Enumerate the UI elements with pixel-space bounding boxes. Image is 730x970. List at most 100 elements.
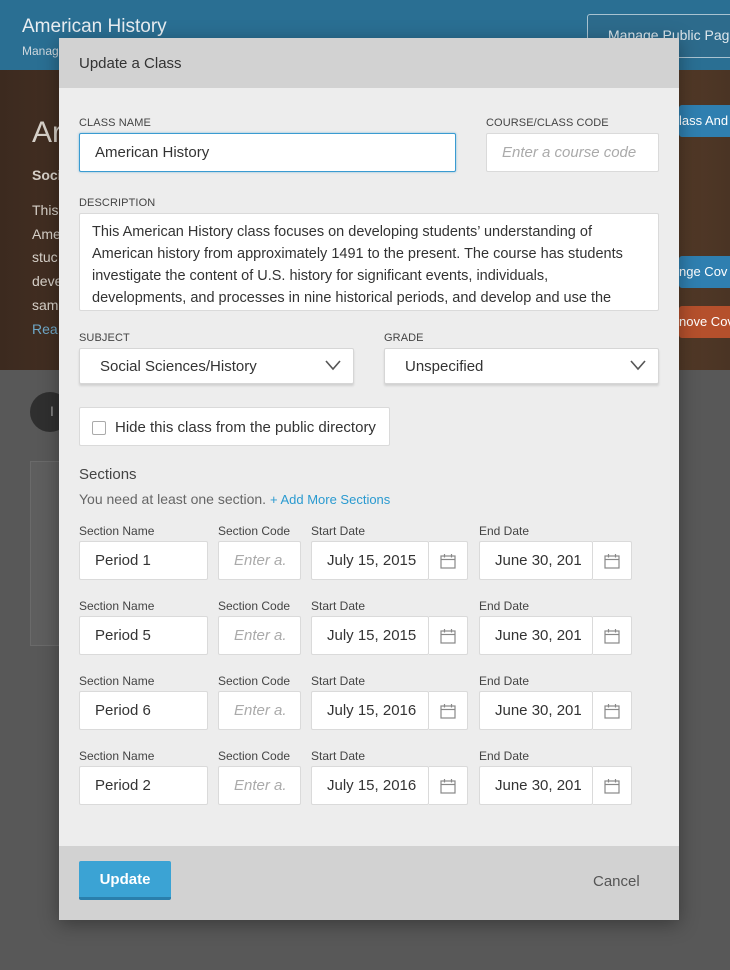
- course-code-placeholder: Enter a course code: [502, 144, 637, 161]
- sections-note: You need at least one section. + Add Mor…: [79, 491, 390, 507]
- section-code-label: Section Code: [218, 749, 291, 763]
- start-date-picker[interactable]: [429, 541, 468, 580]
- end-date-picker[interactable]: [593, 616, 632, 655]
- start-date-input[interactable]: July 15, 2016: [311, 766, 429, 805]
- sections-note-text: You need at least one section.: [79, 491, 267, 507]
- end-date-input[interactable]: June 30, 201: [479, 766, 593, 805]
- section-name-value: Period 6: [95, 702, 151, 719]
- modal-title: Update a Class: [79, 55, 182, 72]
- calendar-icon: [440, 704, 456, 719]
- end-date-picker[interactable]: [593, 691, 632, 730]
- section-name-value: Period 5: [95, 627, 151, 644]
- class-name-value: American History: [95, 144, 210, 161]
- section-name-value: Period 1: [95, 552, 151, 569]
- subject-value: Social Sciences/History: [100, 358, 257, 375]
- section-code-placeholder: Enter a.: [234, 627, 287, 644]
- end-date-picker[interactable]: [593, 541, 632, 580]
- app-subtitle: Manag: [22, 44, 59, 58]
- end-date-label: End Date: [479, 749, 530, 763]
- end-date-input[interactable]: June 30, 201: [479, 616, 593, 655]
- start-date-value: July 15, 2016: [327, 702, 417, 719]
- calendar-icon: [440, 779, 456, 794]
- section-code-placeholder: Enter a.: [234, 702, 287, 719]
- section-code-label: Section Code: [218, 524, 291, 538]
- subject-select[interactable]: Social Sciences/History: [79, 348, 354, 384]
- hero-line: Ame: [32, 226, 61, 242]
- grade-select[interactable]: Unspecified: [384, 348, 659, 384]
- course-code-input[interactable]: Enter a course code: [486, 133, 659, 172]
- description-textarea[interactable]: This American History class focuses on d…: [79, 213, 659, 311]
- start-date-input[interactable]: July 15, 2015: [311, 541, 429, 580]
- hide-class-checkbox[interactable]: [92, 421, 106, 435]
- end-date-value: June 30, 201: [495, 777, 582, 794]
- start-date-value: July 15, 2016: [327, 777, 417, 794]
- start-date-picker[interactable]: [429, 616, 468, 655]
- description-value: This American History class focuses on d…: [92, 224, 623, 306]
- section-name-label: Section Name: [79, 599, 155, 613]
- end-date-value: June 30, 201: [495, 702, 582, 719]
- remove-cover-button[interactable]: nove Cov: [679, 306, 730, 338]
- end-date-input[interactable]: June 30, 201: [479, 691, 593, 730]
- section-code-input[interactable]: Enter a.: [218, 691, 301, 730]
- hero-subtitle: Soci: [32, 167, 62, 183]
- hero-line: sam: [32, 297, 59, 313]
- subject-label: SUBJECT: [79, 332, 130, 344]
- start-date-input[interactable]: July 15, 2015: [311, 616, 429, 655]
- calendar-icon: [604, 704, 620, 719]
- class-and-button[interactable]: lass And: [679, 105, 730, 137]
- chevron-down-icon: [630, 360, 646, 371]
- description-label: DESCRIPTION: [79, 197, 156, 209]
- end-date-value: June 30, 201: [495, 627, 582, 644]
- chevron-down-icon: [325, 360, 341, 371]
- section-code-input[interactable]: Enter a.: [218, 541, 301, 580]
- start-date-value: July 15, 2015: [327, 627, 417, 644]
- update-button[interactable]: Update: [79, 861, 171, 900]
- hero-title: Ar: [32, 116, 62, 149]
- change-cover-button[interactable]: nge Cov: [679, 256, 730, 288]
- section-name-input[interactable]: Period 2: [79, 766, 208, 805]
- section-code-input[interactable]: Enter a.: [218, 766, 301, 805]
- modal-header: Update a Class: [59, 38, 679, 88]
- start-date-label: Start Date: [311, 749, 366, 763]
- end-date-label: End Date: [479, 674, 530, 688]
- section-name-input[interactable]: Period 1: [79, 541, 208, 580]
- course-code-label: COURSE/CLASS CODE: [486, 117, 609, 129]
- section-code-input[interactable]: Enter a.: [218, 616, 301, 655]
- class-name-input[interactable]: American History: [79, 133, 456, 172]
- hero-line: stuc: [32, 249, 58, 265]
- section-code-placeholder: Enter a.: [234, 552, 287, 569]
- section-name-label: Section Name: [79, 674, 155, 688]
- read-more-link[interactable]: Rea: [32, 321, 58, 337]
- add-more-sections-link[interactable]: + Add More Sections: [270, 492, 390, 507]
- start-date-label: Start Date: [311, 674, 366, 688]
- hide-class-option[interactable]: Hide this class from the public director…: [79, 407, 390, 446]
- sections-title: Sections: [79, 466, 137, 483]
- section-code-placeholder: Enter a.: [234, 777, 287, 794]
- class-name-label: CLASS NAME: [79, 117, 151, 129]
- end-date-value: June 30, 201: [495, 552, 582, 569]
- update-class-modal: Update a Class CLASS NAME American Histo…: [59, 38, 679, 920]
- app-title: American History: [22, 16, 167, 37]
- end-date-label: End Date: [479, 599, 530, 613]
- calendar-icon: [604, 779, 620, 794]
- section-name-input[interactable]: Period 6: [79, 691, 208, 730]
- start-date-picker[interactable]: [429, 691, 468, 730]
- end-date-label: End Date: [479, 524, 530, 538]
- section-name-value: Period 2: [95, 777, 151, 794]
- end-date-picker[interactable]: [593, 766, 632, 805]
- calendar-icon: [440, 554, 456, 569]
- section-code-label: Section Code: [218, 674, 291, 688]
- calendar-icon: [604, 629, 620, 644]
- hero-line: This: [32, 202, 59, 218]
- section-code-label: Section Code: [218, 599, 291, 613]
- start-date-value: July 15, 2015: [327, 552, 417, 569]
- section-name-label: Section Name: [79, 749, 155, 763]
- section-name-label: Section Name: [79, 524, 155, 538]
- section-name-input[interactable]: Period 5: [79, 616, 208, 655]
- start-date-input[interactable]: July 15, 2016: [311, 691, 429, 730]
- cancel-button[interactable]: Cancel: [593, 873, 640, 890]
- start-date-label: Start Date: [311, 524, 366, 538]
- start-date-picker[interactable]: [429, 766, 468, 805]
- calendar-icon: [604, 554, 620, 569]
- end-date-input[interactable]: June 30, 201: [479, 541, 593, 580]
